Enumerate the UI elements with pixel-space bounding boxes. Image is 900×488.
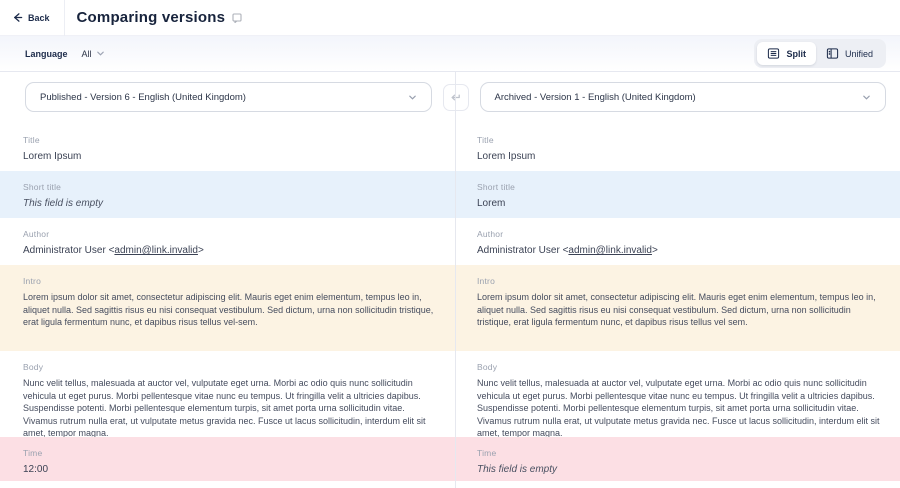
language-filter-group: Language All	[25, 49, 105, 59]
language-value: All	[82, 49, 92, 59]
field-cell-right: Intro Lorem ipsum dolor sit amet, consec…	[455, 265, 900, 351]
field-cell-right: Title Lorem Ipsum	[455, 124, 900, 171]
field-label: Title	[477, 135, 880, 145]
toolbar: Language All Split Unified	[0, 36, 900, 72]
field-label: Short title	[477, 182, 880, 192]
field-cell-right: Time This field is empty	[455, 437, 900, 481]
field-value: Lorem ipsum dolor sit amet, consectetur …	[23, 291, 435, 329]
field-cell-right: Author Administrator User <admin@link.in…	[455, 218, 900, 265]
field-value: This field is empty	[23, 198, 435, 209]
field-value: Lorem	[477, 198, 880, 209]
field-value: Lorem Ipsum	[23, 151, 435, 162]
field-label: Body	[477, 362, 880, 372]
chevron-down-icon	[862, 93, 871, 102]
language-select[interactable]: All	[82, 49, 105, 59]
field-row: Body Nunc velit tellus, malesuada at auc…	[0, 351, 900, 437]
field-label: Short title	[23, 182, 435, 192]
field-label: Body	[23, 362, 435, 372]
version-selectors-row: Published - Version 6 - English (United …	[0, 72, 900, 124]
field-label: Author	[477, 229, 880, 239]
back-button[interactable]: Back	[0, 0, 64, 35]
author-email-link[interactable]: admin@link.invalid	[114, 245, 198, 256]
unified-view-icon	[826, 47, 839, 60]
field-value: Administrator User <admin@link.invalid>	[477, 245, 880, 256]
field-row: Title Lorem Ipsum Title Lorem Ipsum	[0, 124, 900, 171]
field-row: Time 12:00 Time This field is empty	[0, 437, 900, 481]
page-title-text: Comparing versions	[77, 9, 226, 26]
chevron-down-icon	[96, 49, 105, 58]
version-select-right-value: Archived - Version 1 - English (United K…	[495, 92, 696, 103]
field-value: Administrator User <admin@link.invalid>	[23, 245, 435, 256]
field-rows-container: Title Lorem Ipsum Title Lorem Ipsum Shor…	[0, 124, 900, 481]
unified-label: Unified	[845, 49, 873, 59]
field-label: Author	[23, 229, 435, 239]
split-label: Split	[786, 49, 806, 59]
version-select-left-value: Published - Version 6 - English (United …	[40, 92, 246, 103]
page-title: Comparing versions	[77, 9, 243, 26]
field-label: Title	[23, 135, 435, 145]
chevron-down-icon	[408, 93, 417, 102]
field-value: Lorem Ipsum	[477, 151, 880, 162]
field-label: Time	[477, 448, 880, 458]
field-cell-left: Intro Lorem ipsum dolor sit amet, consec…	[0, 265, 455, 351]
version-select-left[interactable]: Published - Version 6 - English (United …	[25, 82, 432, 112]
field-cell-left: Author Administrator User <admin@link.in…	[0, 218, 455, 265]
field-value: 12:00	[23, 464, 435, 475]
field-cell-left: Time 12:00	[0, 437, 455, 481]
top-bar: Back Comparing versions	[0, 0, 900, 36]
view-toggle: Split Unified	[754, 39, 886, 68]
field-cell-right: Body Nunc velit tellus, malesuada at auc…	[455, 351, 900, 437]
field-label: Intro	[477, 276, 880, 286]
author-email-link[interactable]: admin@link.invalid	[568, 245, 652, 256]
field-cell-right: Short title Lorem	[455, 171, 900, 218]
version-select-right[interactable]: Archived - Version 1 - English (United K…	[480, 82, 887, 112]
split-view-icon	[767, 47, 780, 60]
comment-icon	[232, 13, 242, 23]
field-value: Lorem ipsum dolor sit amet, consectetur …	[477, 291, 880, 329]
field-value: Nunc velit tellus, malesuada at auctor v…	[23, 377, 435, 437]
comparison-area: Published - Version 6 - English (United …	[0, 72, 900, 488]
header-divider	[64, 0, 65, 36]
back-label: Back	[28, 13, 50, 23]
field-value: This field is empty	[477, 464, 880, 475]
unified-view-button[interactable]: Unified	[816, 42, 883, 65]
field-label: Time	[23, 448, 435, 458]
field-row: Author Administrator User <admin@link.in…	[0, 218, 900, 265]
field-row: Intro Lorem ipsum dolor sit amet, consec…	[0, 265, 900, 351]
field-cell-left: Body Nunc velit tellus, malesuada at auc…	[0, 351, 455, 437]
field-cell-left: Title Lorem Ipsum	[0, 124, 455, 171]
language-label: Language	[25, 49, 68, 59]
arrow-left-icon	[12, 12, 23, 23]
field-value: Nunc velit tellus, malesuada at auctor v…	[477, 377, 880, 437]
field-row: Short title This field is empty Short ti…	[0, 171, 900, 218]
split-view-button[interactable]: Split	[757, 42, 816, 65]
center-divider	[455, 72, 456, 488]
field-label: Intro	[23, 276, 435, 286]
field-cell-left: Short title This field is empty	[0, 171, 455, 218]
